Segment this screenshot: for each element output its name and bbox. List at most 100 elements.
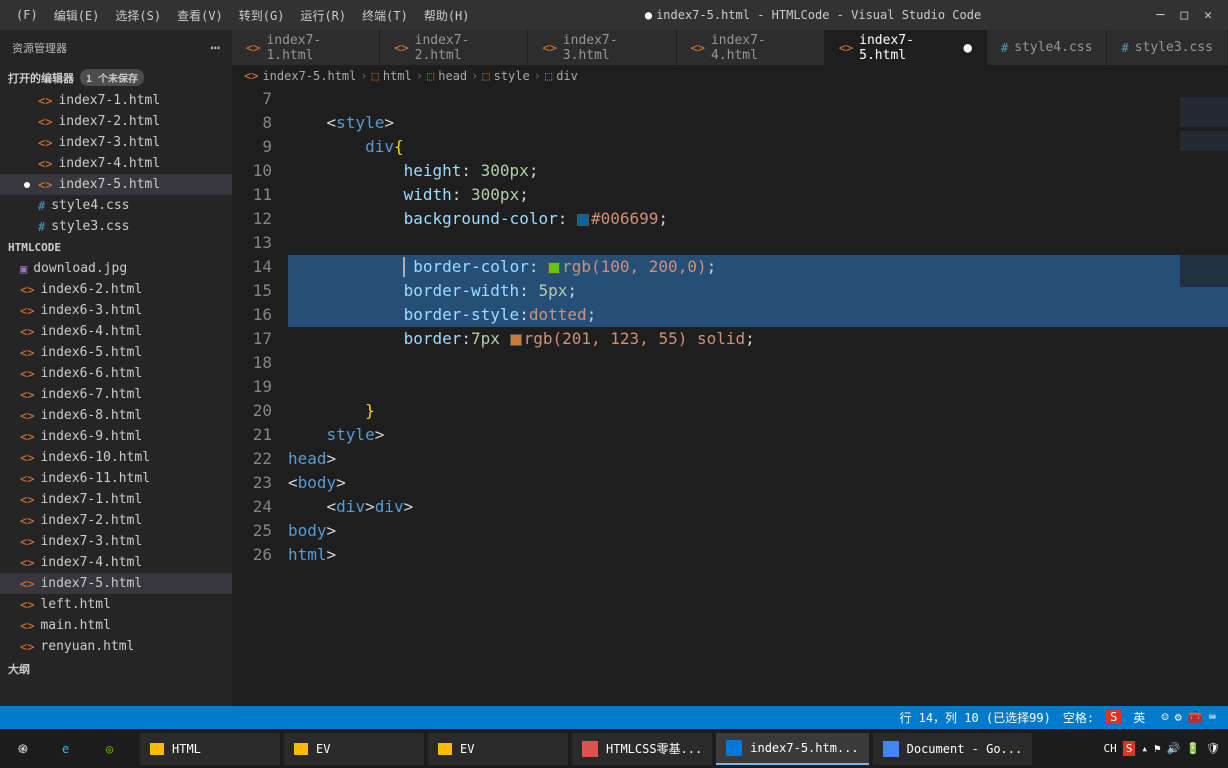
code-content[interactable]: <style> div{ height: 300px; width: 300px… (288, 87, 1228, 706)
file-tree-item[interactable]: <>index6-7.html (0, 384, 232, 405)
menu-edit[interactable]: 编辑(E) (46, 7, 108, 24)
editor-tab[interactable]: <>index7-1.html (232, 30, 380, 65)
file-tree-item[interactable]: <>index6-3.html (0, 300, 232, 321)
breadcrumb-item[interactable]: ⬚html (372, 69, 412, 83)
folder-section[interactable]: HTMLCODE (0, 237, 232, 258)
code-line[interactable]: html> (288, 543, 1228, 567)
menu-go[interactable]: 转到(G) (231, 7, 293, 24)
code-line[interactable] (288, 375, 1228, 399)
tray-lang[interactable]: CH (1104, 742, 1117, 755)
code-line[interactable] (288, 351, 1228, 375)
more-icon[interactable]: ⋯ (210, 38, 220, 57)
breadcrumb-item[interactable]: ⬚div (545, 69, 578, 83)
file-tree-item[interactable]: <>index7-1.html (0, 489, 232, 510)
tray-volume-icon[interactable]: 🔊 (1167, 742, 1181, 755)
open-editor-item[interactable]: #style4.css (0, 195, 232, 216)
menu-help[interactable]: 帮助(H) (416, 7, 478, 24)
breadcrumb-item[interactable]: <>index7-5.html (244, 69, 356, 83)
file-tree-item[interactable]: <>index7-4.html (0, 552, 232, 573)
tray-flag-icon[interactable]: ⚑ (1154, 742, 1161, 755)
file-tree-item[interactable]: <>index7-2.html (0, 510, 232, 531)
editor-tab[interactable]: #style3.css (1107, 30, 1228, 65)
open-editor-item[interactable]: <>index7-3.html (0, 132, 232, 153)
minimize-icon[interactable]: ─ (1157, 8, 1165, 23)
code-line[interactable]: border:7px rgb(201, 123, 55) solid; (288, 327, 1228, 351)
close-icon[interactable]: ✕ (1204, 8, 1212, 23)
open-editor-item[interactable]: #style3.css (0, 216, 232, 237)
taskbar-item[interactable]: EV (428, 733, 568, 765)
tray-s-icon[interactable]: S (1123, 741, 1136, 756)
menu-view[interactable]: 查看(V) (169, 7, 231, 24)
editor-tab[interactable]: <>index7-4.html (677, 30, 825, 65)
code-line[interactable]: div{ (288, 135, 1228, 159)
open-editor-item[interactable]: <>index7-5.html (0, 174, 232, 195)
code-line[interactable]: border-width: 5px; (288, 279, 1228, 303)
code-line[interactable]: <div>div> (288, 495, 1228, 519)
menu-run[interactable]: 运行(R) (292, 7, 354, 24)
file-tree-item[interactable]: <>main.html (0, 615, 232, 636)
file-tree-item[interactable]: <>index6-5.html (0, 342, 232, 363)
code-line[interactable]: border-style:dotted; (288, 303, 1228, 327)
breadcrumb[interactable]: <>index7-5.html›⬚html›⬚head›⬚style›⬚div (232, 65, 1228, 87)
file-tree-item[interactable]: <>index6-10.html (0, 447, 232, 468)
code-line[interactable]: <body> (288, 471, 1228, 495)
editor-tab[interactable]: <>index7-2.html (380, 30, 528, 65)
smiley-icon[interactable]: ☺ (1161, 710, 1168, 724)
code-line[interactable]: border-color: rgb(100, 200,0); (288, 255, 1228, 279)
taskbar-item[interactable]: HTML (140, 733, 280, 765)
open-editor-item[interactable]: <>index7-4.html (0, 153, 232, 174)
taskbar-item[interactable]: Document - Go... (873, 733, 1033, 765)
file-tree-item[interactable]: <>index6-6.html (0, 363, 232, 384)
file-tree-item[interactable]: <>index6-2.html (0, 279, 232, 300)
code-line[interactable]: body> (288, 519, 1228, 543)
file-tree-item[interactable]: <>renyuan.html (0, 636, 232, 657)
tray-battery-icon[interactable]: 🔋 (1186, 742, 1200, 755)
breadcrumb-item[interactable]: ⬚head (427, 69, 467, 83)
cursor-position[interactable]: 行 14，列 10 (已选择99) (899, 709, 1050, 726)
menu-terminal[interactable]: 终端(T) (354, 7, 416, 24)
gear-icon[interactable]: ⚙ (1175, 710, 1182, 724)
file-tree-item[interactable]: <>index6-4.html (0, 321, 232, 342)
spaces-indicator[interactable]: 空格: (1063, 709, 1094, 726)
code-line[interactable]: head> (288, 447, 1228, 471)
code-line[interactable]: background-color: #006699; (288, 207, 1228, 231)
code-line[interactable]: } (288, 399, 1228, 423)
taskbar-item[interactable]: HTMLCSS零基... (572, 733, 712, 765)
file-tree-item[interactable]: <>index6-8.html (0, 405, 232, 426)
menu-file[interactable]: (F) (8, 8, 46, 22)
breadcrumb-item[interactable]: ⬚style (482, 69, 529, 83)
file-tree-item[interactable]: <>left.html (0, 594, 232, 615)
taskbar-item[interactable]: index7-5.htm... (716, 733, 868, 765)
open-editor-item[interactable]: <>index7-1.html (0, 90, 232, 111)
code-line[interactable]: height: 300px; (288, 159, 1228, 183)
menu-selection[interactable]: 选择(S) (107, 7, 169, 24)
ime-indicator[interactable]: S (1106, 710, 1121, 724)
file-tree-item[interactable]: <>index7-3.html (0, 531, 232, 552)
code-editor[interactable]: 7891011121314151617181920212223242526 <s… (232, 87, 1228, 706)
editor-tab[interactable]: <>index7-5.html● (825, 30, 987, 65)
outline-section[interactable]: 大纲 (0, 657, 232, 681)
file-tree-item[interactable]: <>index6-9.html (0, 426, 232, 447)
code-line[interactable]: <style> (288, 111, 1228, 135)
tray-up-icon[interactable]: ▴ (1141, 742, 1148, 755)
file-tree-item[interactable]: ▣download.jpg (0, 258, 232, 279)
editor-tab[interactable]: #style4.css (987, 30, 1108, 65)
maximize-icon[interactable]: □ (1180, 8, 1188, 23)
code-line[interactable]: width: 300px; (288, 183, 1228, 207)
code-line[interactable] (288, 231, 1228, 255)
taskbar-ie[interactable]: e (52, 733, 92, 765)
code-line[interactable]: style> (288, 423, 1228, 447)
toolbox-icon[interactable]: 🧰 (1188, 710, 1203, 724)
editor-tab[interactable]: <>index7-3.html (528, 30, 676, 65)
file-tree-item[interactable]: <>index7-5.html (0, 573, 232, 594)
system-tray[interactable]: CH S ▴ ⚑ 🔊 🔋 🛡 (1104, 741, 1221, 756)
ime-lang[interactable]: 英 (1133, 709, 1145, 726)
taskbar-browser[interactable]: ◎ (96, 733, 136, 765)
taskbar-app-1[interactable]: ֎ (8, 733, 48, 765)
minimap[interactable] (1180, 87, 1228, 287)
open-editors-label[interactable]: 打开的编辑器 (8, 70, 74, 86)
keyboard-icon[interactable]: ⌨ (1209, 710, 1216, 724)
file-tree-item[interactable]: <>index6-11.html (0, 468, 232, 489)
open-editor-item[interactable]: <>index7-2.html (0, 111, 232, 132)
tray-shield-icon[interactable]: 🛡 (1206, 742, 1220, 755)
